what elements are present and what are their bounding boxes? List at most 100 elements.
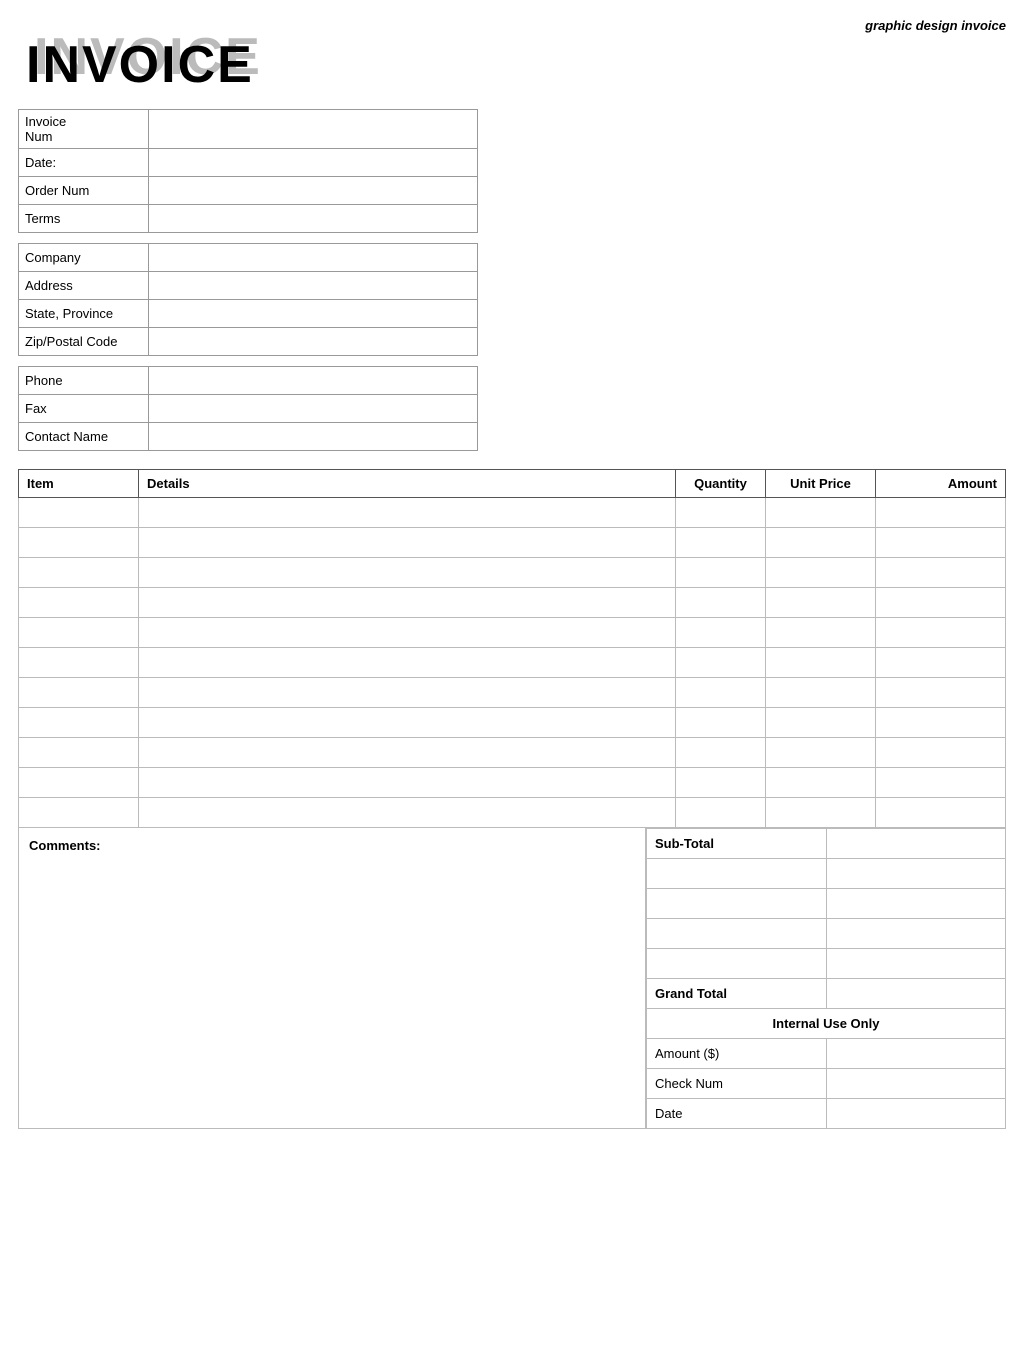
amount-cell[interactable] [876, 618, 1006, 648]
amount-cell[interactable] [876, 708, 1006, 738]
amount-cell[interactable] [876, 738, 1006, 768]
details-cell[interactable] [139, 678, 676, 708]
qty-cell[interactable] [676, 738, 766, 768]
extra-row-3 [647, 919, 1006, 949]
qty-cell[interactable] [676, 498, 766, 528]
state-province-value[interactable] [148, 300, 477, 328]
extra-label-4[interactable] [647, 949, 827, 979]
table-row: Company [19, 244, 478, 272]
terms-value[interactable] [148, 205, 477, 233]
extra-value-2[interactable] [826, 889, 1005, 919]
date-label: Date: [19, 149, 149, 177]
unit-price-cell[interactable] [766, 558, 876, 588]
unit-price-cell[interactable] [766, 498, 876, 528]
qty-cell[interactable] [676, 798, 766, 828]
extra-value-3[interactable] [826, 919, 1005, 949]
unit-price-cell[interactable] [766, 738, 876, 768]
internal-date-label: Date [647, 1099, 827, 1129]
table-row [19, 498, 1006, 528]
date-value[interactable] [148, 149, 477, 177]
grand-total-row: Grand Total [647, 979, 1006, 1009]
qty-cell[interactable] [676, 618, 766, 648]
amount-cell[interactable] [876, 588, 1006, 618]
details-cell[interactable] [139, 648, 676, 678]
item-cell[interactable] [19, 588, 139, 618]
qty-cell[interactable] [676, 708, 766, 738]
item-cell[interactable] [19, 648, 139, 678]
subtotal-value[interactable] [826, 829, 1005, 859]
col-header-quantity: Quantity [676, 470, 766, 498]
table-row: Fax [19, 395, 478, 423]
internal-date-row: Date [647, 1099, 1006, 1129]
grand-total-value[interactable] [826, 979, 1005, 1009]
details-cell[interactable] [139, 708, 676, 738]
address-value[interactable] [148, 272, 477, 300]
details-cell[interactable] [139, 798, 676, 828]
details-cell[interactable] [139, 558, 676, 588]
contact-name-label: Contact Name [19, 423, 149, 451]
details-cell[interactable] [139, 528, 676, 558]
internal-date-value[interactable] [826, 1099, 1005, 1129]
item-cell[interactable] [19, 678, 139, 708]
item-cell[interactable] [19, 798, 139, 828]
extra-value-1[interactable] [826, 859, 1005, 889]
item-cell[interactable] [19, 708, 139, 738]
internal-use-header: Internal Use Only [647, 1009, 1006, 1039]
item-cell[interactable] [19, 738, 139, 768]
amount-dollar-value[interactable] [826, 1039, 1005, 1069]
unit-price-cell[interactable] [766, 588, 876, 618]
comments-area[interactable]: Comments: [18, 828, 646, 1129]
amount-cell[interactable] [876, 558, 1006, 588]
qty-cell[interactable] [676, 648, 766, 678]
item-cell[interactable] [19, 768, 139, 798]
fax-value[interactable] [148, 395, 477, 423]
extra-label-3[interactable] [647, 919, 827, 949]
bottom-section: Comments: Sub-Total [18, 828, 1006, 1129]
unit-price-cell[interactable] [766, 798, 876, 828]
check-num-value[interactable] [826, 1069, 1005, 1099]
order-num-value[interactable] [148, 177, 477, 205]
extra-value-4[interactable] [826, 949, 1005, 979]
col-header-amount: Amount [876, 470, 1006, 498]
amount-cell[interactable] [876, 528, 1006, 558]
item-cell[interactable] [19, 498, 139, 528]
qty-cell[interactable] [676, 588, 766, 618]
unit-price-cell[interactable] [766, 648, 876, 678]
item-cell[interactable] [19, 558, 139, 588]
amount-cell[interactable] [876, 498, 1006, 528]
item-cell[interactable] [19, 528, 139, 558]
phone-value[interactable] [148, 367, 477, 395]
grand-total-label: Grand Total [647, 979, 827, 1009]
item-cell[interactable] [19, 618, 139, 648]
company-value[interactable] [148, 244, 477, 272]
details-cell[interactable] [139, 588, 676, 618]
check-num-row: Check Num [647, 1069, 1006, 1099]
qty-cell[interactable] [676, 678, 766, 708]
unit-price-cell[interactable] [766, 768, 876, 798]
unit-price-cell[interactable] [766, 708, 876, 738]
amount-cell[interactable] [876, 798, 1006, 828]
details-cell[interactable] [139, 618, 676, 648]
qty-cell[interactable] [676, 558, 766, 588]
unit-price-cell[interactable] [766, 678, 876, 708]
details-cell[interactable] [139, 738, 676, 768]
qty-cell[interactable] [676, 528, 766, 558]
qty-cell[interactable] [676, 768, 766, 798]
items-table: Item Details Quantity Unit Price Amount [18, 469, 1006, 828]
company-label: Company [19, 244, 149, 272]
amount-cell[interactable] [876, 678, 1006, 708]
contact-name-value[interactable] [148, 423, 477, 451]
invoice-num-value[interactable] [148, 110, 477, 149]
table-row: State, Province [19, 300, 478, 328]
unit-price-cell[interactable] [766, 528, 876, 558]
amount-cell[interactable] [876, 768, 1006, 798]
invoice-info-table: InvoiceNum Date: Order Num Terms [18, 109, 478, 233]
amount-cell[interactable] [876, 648, 1006, 678]
zip-postal-value[interactable] [148, 328, 477, 356]
details-cell[interactable] [139, 498, 676, 528]
unit-price-cell[interactable] [766, 618, 876, 648]
details-cell[interactable] [139, 768, 676, 798]
table-row: Terms [19, 205, 478, 233]
extra-label-2[interactable] [647, 889, 827, 919]
extra-label-1[interactable] [647, 859, 827, 889]
